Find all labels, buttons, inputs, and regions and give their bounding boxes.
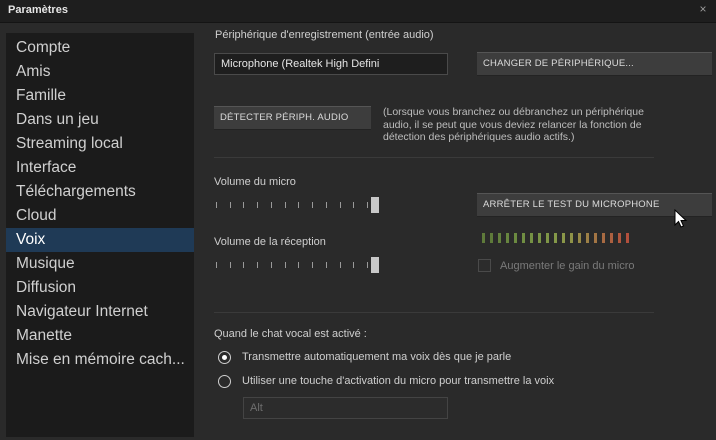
detect-audio-button[interactable]: DÉTECTER PÉRIPH. AUDIO — [214, 106, 371, 130]
meter-segment — [562, 233, 565, 243]
sidebar-item-manette[interactable]: Manette — [6, 324, 194, 348]
mic-level-meter — [482, 233, 632, 243]
window-title: Paramètres — [8, 4, 68, 16]
recording-device-field[interactable]: Microphone (Realtek High Defini — [214, 53, 448, 75]
reception-volume-slider[interactable] — [216, 257, 379, 273]
slider-tick — [298, 202, 299, 208]
radio-selected-dot — [222, 355, 227, 360]
auto-transmit-label: Transmettre automatiquement ma voix dès … — [242, 351, 512, 363]
radio-push-to-talk[interactable] — [218, 375, 231, 388]
mic-volume-label: Volume du micro — [214, 176, 296, 188]
sidebar-item-cloud[interactable]: Cloud — [6, 204, 194, 228]
slider-tick — [243, 262, 244, 268]
mouse-cursor-icon — [674, 209, 688, 228]
meter-segment — [506, 233, 509, 243]
detect-note-line-3: détection des périphériques audio actifs… — [383, 131, 575, 143]
change-device-button[interactable]: CHANGER DE PÉRIPHÉRIQUE... — [477, 52, 712, 76]
slider-tick — [271, 262, 272, 268]
slider-tick — [216, 202, 217, 208]
slider-tick — [230, 202, 231, 208]
meter-segment — [570, 233, 573, 243]
title-bar: Paramètres × — [0, 0, 716, 23]
slider-tick — [312, 202, 313, 208]
meter-segment — [538, 233, 541, 243]
sidebar-item-streaming-local[interactable]: Streaming local — [6, 132, 194, 156]
sidebar-item-interface[interactable]: Interface — [6, 156, 194, 180]
sidebar-item-cache[interactable]: Mise en mémoire cach... — [6, 348, 194, 372]
slider-tick — [326, 262, 327, 268]
detect-note-line-1: (Lorsque vous branchez ou débranchez un … — [383, 106, 644, 118]
meter-segment — [498, 233, 501, 243]
slider-tick — [216, 262, 217, 268]
hotkey-field[interactable]: Alt — [243, 397, 448, 419]
detect-note: (Lorsque vous branchez ou débranchez un … — [383, 106, 703, 144]
slider-tick — [230, 262, 231, 268]
reception-volume-label: Volume de la réception — [214, 236, 326, 248]
meter-segment — [530, 233, 533, 243]
divider — [214, 157, 654, 158]
gain-label: Augmenter le gain du micro — [500, 260, 635, 272]
meter-segment — [522, 233, 525, 243]
meter-segment — [546, 233, 549, 243]
meter-segment — [594, 233, 597, 243]
meter-segment — [554, 233, 557, 243]
sidebar-item-amis[interactable]: Amis — [6, 60, 194, 84]
slider-tick — [353, 262, 354, 268]
slider-tick — [271, 202, 272, 208]
detect-note-line-2: audio, il se peut que vous deviez relanc… — [383, 118, 642, 131]
sidebar-item-musique[interactable]: Musique — [6, 252, 194, 276]
meter-segment — [610, 233, 613, 243]
sidebar-item-telechargements[interactable]: Téléchargements — [6, 180, 194, 204]
slider-tick — [285, 202, 286, 208]
slider-tick — [257, 202, 258, 208]
slider-tick — [326, 202, 327, 208]
slider-tick — [367, 202, 368, 208]
radio-auto-transmit[interactable] — [218, 351, 231, 364]
meter-segment — [618, 233, 621, 243]
meter-segment — [586, 233, 589, 243]
meter-segment — [626, 233, 629, 243]
slider-tick — [367, 262, 368, 268]
sidebar-item-voix[interactable]: Voix — [6, 228, 194, 252]
slider-tick — [298, 262, 299, 268]
sidebar-item-compte[interactable]: Compte — [6, 36, 194, 60]
meter-segment — [602, 233, 605, 243]
sidebar-item-famille[interactable]: Famille — [6, 84, 194, 108]
slider-thumb[interactable] — [371, 197, 379, 213]
recording-device-label: Périphérique d'enregistrement (entrée au… — [215, 29, 434, 41]
slider-tick — [340, 202, 341, 208]
slider-tick — [257, 262, 258, 268]
sidebar-item-navigateur-internet[interactable]: Navigateur Internet — [6, 300, 194, 324]
meter-segment — [482, 233, 485, 243]
meter-segment — [514, 233, 517, 243]
close-icon[interactable]: × — [696, 2, 710, 16]
sidebar-item-diffusion[interactable]: Diffusion — [6, 276, 194, 300]
mic-volume-slider[interactable] — [216, 197, 379, 213]
slider-tick — [243, 202, 244, 208]
voice-chat-heading: Quand le chat vocal est activé : — [214, 328, 367, 340]
settings-sidebar: Compte Amis Famille Dans un jeu Streamin… — [6, 33, 194, 437]
slider-thumb[interactable] — [371, 257, 379, 273]
gain-checkbox[interactable] — [478, 259, 491, 272]
slider-tick — [285, 262, 286, 268]
divider — [214, 312, 654, 313]
sidebar-item-dans-un-jeu[interactable]: Dans un jeu — [6, 108, 194, 132]
slider-tick — [312, 262, 313, 268]
meter-segment — [490, 233, 493, 243]
slider-tick — [340, 262, 341, 268]
meter-segment — [578, 233, 581, 243]
push-to-talk-label: Utiliser une touche d'activation du micr… — [242, 375, 555, 387]
slider-tick — [353, 202, 354, 208]
